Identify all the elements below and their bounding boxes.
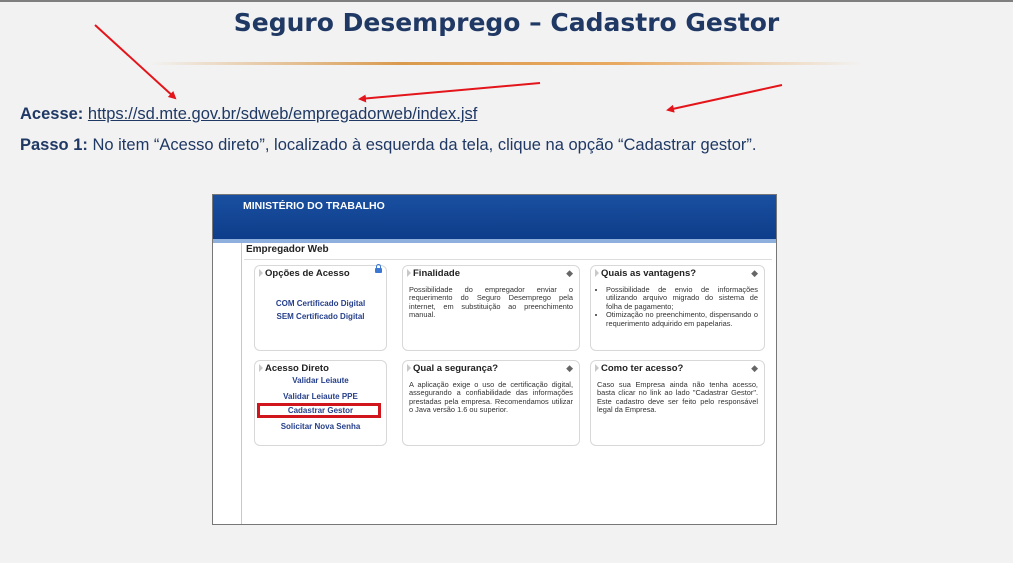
panel-opcoes-acesso: Opções de Acesso COM Certificado Digital… <box>254 264 387 351</box>
ministry-header-text: MINISTÉRIO DO TRABALHO <box>243 200 385 212</box>
access-url-link[interactable]: https://sd.mte.gov.br/sdweb/empregadorwe… <box>88 105 477 123</box>
website-screenshot: MINISTÉRIO DO TRABALHO Empregador Web Op… <box>212 194 777 525</box>
panel-como-title: Como ter acesso? <box>591 361 764 375</box>
info-icon: ◆ <box>566 363 573 373</box>
link-com-certificado[interactable]: COM Certificado Digital <box>255 299 386 308</box>
arrow-middle <box>358 82 541 103</box>
panel-acesso-direto-title: Acesso Direto <box>255 361 386 375</box>
list-item: Otimização no preenchimento, dispensando… <box>606 311 758 328</box>
title-underline-decoration <box>150 62 863 65</box>
link-sem-certificado[interactable]: SEM Certificado Digital <box>255 312 386 321</box>
info-icon: ◆ <box>566 268 573 278</box>
link-validar-leiaute[interactable]: Validar Leiaute <box>255 376 386 385</box>
arrow-right <box>666 84 783 113</box>
slide-title: Seguro Desemprego – Cadastro Gestor <box>233 8 780 37</box>
step-1-line: Passo 1: No item “Acesso direto”, locali… <box>20 136 756 155</box>
top-border-line <box>0 0 1013 2</box>
info-icon: ◆ <box>751 363 758 373</box>
panel-finalidade: Finalidade ◆ Possibilidade do empregador… <box>402 265 580 351</box>
panel-opcoes-title: Opções de Acesso <box>255 266 386 280</box>
panel-como-acesso: Como ter acesso? ◆ Caso sua Empresa aind… <box>590 360 765 446</box>
highlight-box <box>257 403 381 418</box>
panel-finalidade-text: Possibilidade do empregador enviar o req… <box>409 285 573 320</box>
step-text: No item “Acesso direto”, localizado à es… <box>92 136 757 154</box>
panel-vantagens-title: Quais as vantagens? <box>591 266 764 280</box>
section-divider <box>244 259 772 260</box>
step-label: Passo 1: <box>20 136 88 154</box>
access-label: Acesse: <box>20 105 84 123</box>
list-item: Possibilidade de envio de informações ut… <box>606 285 758 311</box>
link-validar-leiaute-ppe[interactable]: Validar Leiaute PPE <box>255 392 386 401</box>
panel-seguranca-text: A aplicação exige o uso de certificação … <box>409 380 573 415</box>
lock-icon <box>375 264 382 273</box>
ministry-header-bar: MINISTÉRIO DO TRABALHO <box>213 195 776 239</box>
panel-finalidade-title: Finalidade <box>403 266 579 280</box>
link-solicitar-nova-senha[interactable]: Solicitar Nova Senha <box>255 422 386 431</box>
panel-acesso-direto: Acesso Direto Validar Leiaute Validar Le… <box>254 360 387 446</box>
panel-vantagens-text: Possibilidade de envio de informações ut… <box>597 285 758 328</box>
panel-como-text: Caso sua Empresa ainda não tenha acesso,… <box>597 380 758 415</box>
empregador-web-title: Empregador Web <box>246 244 329 255</box>
panel-vantagens: Quais as vantagens? ◆ Possibilidade de e… <box>590 265 765 351</box>
panel-seguranca: Qual a segurança? ◆ A aplicação exige o … <box>402 360 580 446</box>
info-icon: ◆ <box>751 268 758 278</box>
screenshot-body: Empregador Web Opções de Acesso COM Cert… <box>241 243 775 524</box>
access-line: Acesse: https://sd.mte.gov.br/sdweb/empr… <box>20 105 477 124</box>
panel-seguranca-title: Qual a segurança? <box>403 361 579 375</box>
